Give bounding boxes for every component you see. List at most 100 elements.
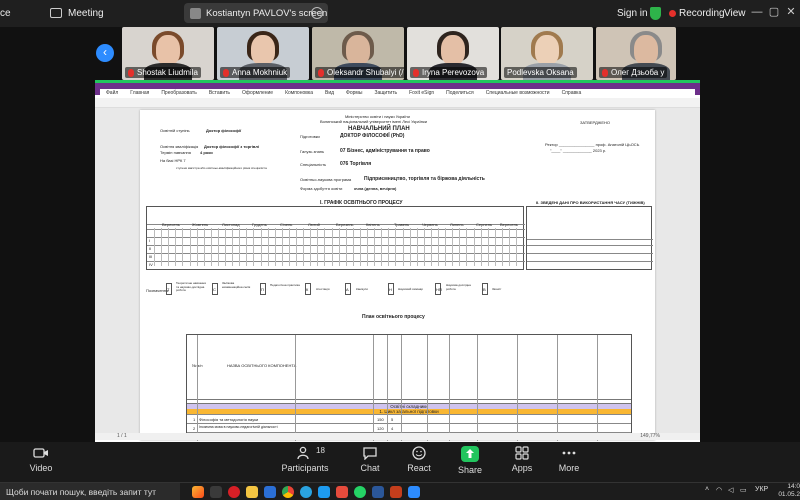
chrome-icon[interactable] (282, 486, 294, 498)
grid-line (557, 335, 558, 441)
spec-value: 076 Торгівля (340, 161, 372, 167)
menu-item[interactable]: Вид (319, 89, 340, 98)
grid-line (438, 228, 439, 266)
language-indicator[interactable]: УКР (755, 486, 768, 493)
speaker-icon[interactable]: ◁ (728, 486, 733, 494)
participant-tile[interactable]: Podlevska Oksana (501, 27, 593, 80)
tray-chevron-icon[interactable]: ˄ (705, 486, 709, 493)
share-label: Share (457, 465, 483, 475)
powerpoint-icon[interactable] (390, 486, 402, 498)
menu-item[interactable]: Поделиться (440, 89, 480, 98)
shared-screen[interactable]: Файл Главная Преобразовать Вставить Офор… (95, 80, 700, 442)
taskbar-search-box[interactable]: Щоби почати пошук, введіть запит тут (0, 483, 180, 500)
row-total-hours: 120 (377, 426, 384, 431)
grid-line (324, 228, 326, 266)
table-row: 2 Іноземна мова в науково-педагогічній д… (187, 423, 631, 432)
menu-item[interactable]: Вставить (203, 89, 236, 98)
menu-item[interactable]: Файл (100, 89, 124, 98)
grid-line (225, 228, 226, 266)
participant-tile[interactable]: Oleksandr Shubalyi (/L... (312, 27, 404, 80)
menu-item[interactable]: Защитить (368, 89, 403, 98)
grid-line (516, 228, 518, 266)
sign-in-button[interactable]: Sign in (617, 8, 648, 19)
zoom-level[interactable]: 149,77% (640, 433, 660, 440)
month-header: Жовтень (192, 222, 209, 227)
page-indicator[interactable]: 1 / 1 (117, 433, 127, 439)
legend-label: Теоретичне навчання та науково-дослідна … (176, 281, 206, 292)
screen-share-title[interactable]: Kostiantyn PAVLOV's screen ··· (184, 3, 328, 23)
app-icon[interactable] (336, 486, 348, 498)
share-options-icon[interactable]: ··· (311, 7, 323, 19)
taskbar-clock[interactable]: 14:0 01.05.2 (772, 483, 800, 499)
opera-icon[interactable] (228, 486, 240, 498)
minimize-icon[interactable]: — (750, 5, 764, 19)
close-icon[interactable]: ✕ (784, 5, 798, 19)
grid-line (232, 228, 234, 266)
battery-icon[interactable]: ▭ (740, 486, 747, 494)
grid-line (427, 335, 428, 441)
grid-line (267, 228, 269, 266)
legend-label: Атестація (316, 287, 330, 291)
outlook-icon[interactable] (264, 486, 276, 498)
react-button[interactable]: React (394, 446, 444, 473)
level-value: Доктор філософії (206, 128, 242, 133)
participants-label: Participants (281, 463, 329, 473)
participant-tile[interactable]: Anna Mokhniuk (217, 27, 309, 80)
grid-line (459, 228, 461, 266)
security-shield-icon[interactable] (650, 7, 661, 20)
grid-line (527, 239, 653, 240)
document-viewport[interactable]: Міністерство освіти і науки України Воли… (95, 108, 700, 441)
previous-page-button[interactable]: ‹ (96, 44, 114, 62)
file-explorer-icon[interactable] (246, 486, 258, 498)
menu-item[interactable]: Главная (124, 89, 155, 98)
more-button[interactable]: More (544, 446, 594, 473)
mic-muted-icon (318, 68, 324, 77)
apps-button[interactable]: Apps (497, 446, 547, 473)
participant-tile[interactable]: Shostak Liudmila (122, 27, 214, 80)
legend-label: Педагогічна практика (270, 283, 300, 287)
legend-code: К (306, 287, 309, 292)
participant-tile[interactable]: Олег Дзьоба у (596, 27, 676, 80)
wifi-icon[interactable]: ◠ (716, 486, 722, 494)
menu-item[interactable]: Преобразовать (155, 89, 203, 98)
recording-label[interactable]: Recording (679, 8, 725, 19)
grid-line (367, 228, 368, 266)
maximize-icon[interactable]: ▢ (767, 5, 781, 19)
grid-line (402, 228, 404, 266)
zoom-icon[interactable] (408, 486, 420, 498)
telegram-icon[interactable] (300, 486, 312, 498)
participants-icon (297, 446, 309, 460)
screen-share-label: Kostiantyn PAVLOV's screen (206, 7, 328, 19)
menu-item[interactable]: Формы (340, 89, 368, 98)
menu-item[interactable]: Оформление (236, 89, 279, 98)
share-button[interactable]: Share (445, 446, 495, 475)
participant-name: Shostak Liudmila (137, 68, 198, 77)
grid-line (449, 335, 450, 441)
participant-tile[interactable]: Iryna Perevozova (407, 27, 499, 80)
task-view-icon[interactable] (210, 486, 222, 498)
chat-button[interactable]: Chat (345, 446, 395, 473)
word-icon[interactable] (372, 486, 384, 498)
meeting-controls-bar: Video Participants 18 Chat React Share A… (0, 442, 800, 482)
whatsapp-icon[interactable] (354, 486, 366, 498)
browser-icon[interactable] (318, 486, 330, 498)
grid-line (203, 228, 205, 266)
grid-line (196, 228, 198, 266)
menu-item[interactable]: Специальные возможности (480, 89, 556, 98)
react-label: React (407, 463, 431, 473)
grid-line (401, 335, 402, 441)
menu-item[interactable]: Foxit eSign (403, 89, 440, 98)
month-header: Березень (336, 222, 354, 227)
menu-item[interactable]: Компоновка (279, 89, 319, 98)
apps-grid-icon (515, 446, 529, 460)
view-button[interactable]: View (724, 8, 746, 19)
video-button[interactable]: Video (16, 446, 66, 473)
chat-label: Chat (360, 463, 380, 473)
meeting-info-button[interactable]: Meeting (50, 4, 104, 22)
more-dots-icon (562, 451, 576, 455)
legend-code: С (213, 287, 216, 292)
month-header: Лютий (308, 222, 320, 227)
widgets-icon[interactable] (192, 486, 204, 498)
course-label: I (149, 238, 151, 243)
menu-item[interactable]: Справка (556, 89, 588, 98)
